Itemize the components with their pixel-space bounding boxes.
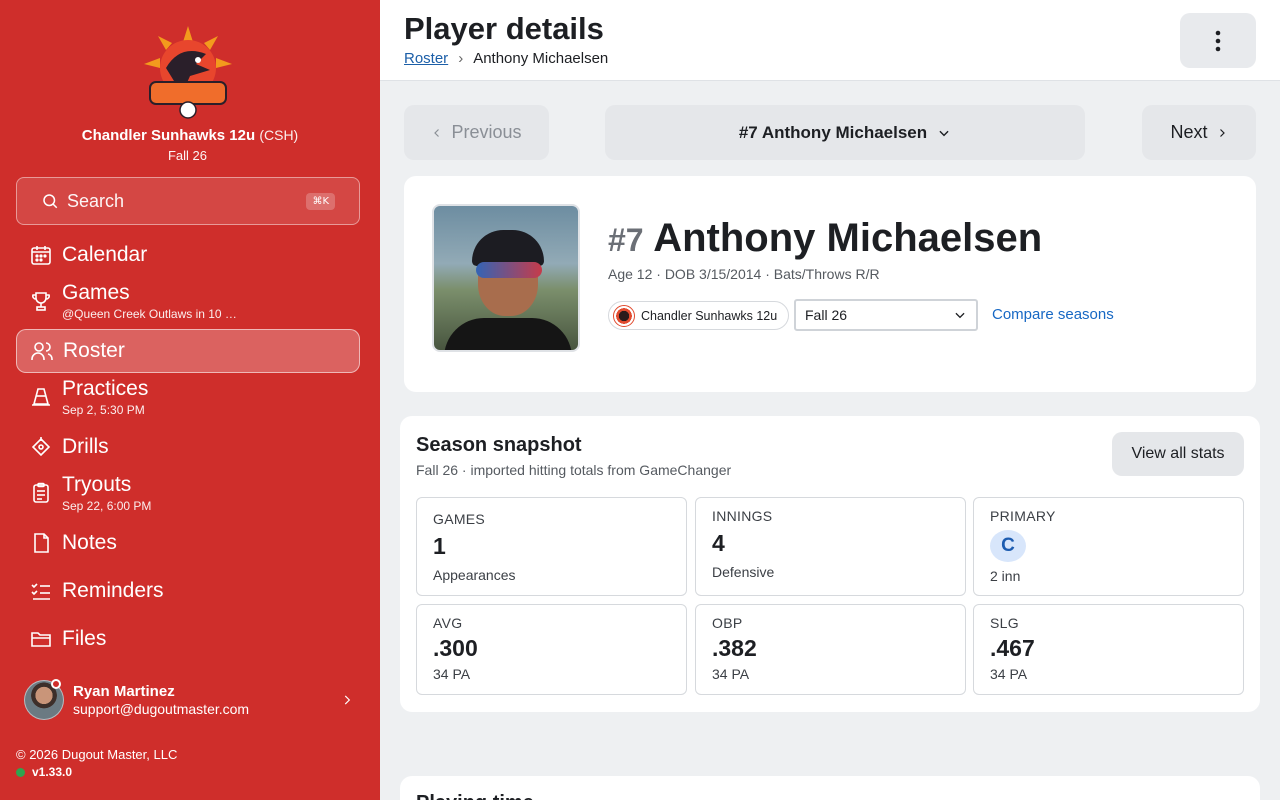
search-label: Search xyxy=(67,190,125,211)
player-card: #7 Anthony Michaelsen Age 12 · DOB 3/15/… xyxy=(404,176,1256,392)
player-photo[interactable] xyxy=(432,204,580,352)
cone-icon xyxy=(28,384,54,410)
player-number: #7 xyxy=(608,222,644,258)
sidebar-item-games[interactable]: Games @Queen Creek Outlaws in 10 … xyxy=(16,279,360,323)
section-title: Season snapshot xyxy=(416,434,582,456)
page-header: Player details Roster › Anthony Michaels… xyxy=(380,0,1280,81)
status-dot xyxy=(51,679,61,689)
sidebar-item-sublabel: Sep 22, 6:00 PM xyxy=(62,498,152,513)
team-name: Chandler Sunhawks 12u (CSH) xyxy=(81,127,299,144)
avatar xyxy=(24,679,64,720)
stat-card-primary: PRIMARY C 2 inn xyxy=(973,497,1244,596)
sidebar-item-label: Calendar xyxy=(62,243,148,266)
compare-seasons-link[interactable]: Compare seasons xyxy=(992,306,1114,323)
player-select-dropdown[interactable]: #7 Anthony Michaelsen xyxy=(605,105,1085,160)
season-select[interactable]: Fall 26 xyxy=(794,299,978,331)
sidebar-item-label: Notes xyxy=(62,531,117,554)
sidebar-item-label: Practices xyxy=(62,376,149,400)
sidebar-item-label: Games xyxy=(62,280,130,304)
user-name: Ryan Martinez xyxy=(73,683,175,700)
season-snapshot: Season snapshot Fall 26 · imported hitti… xyxy=(400,416,1260,712)
team-season: Fall 26 xyxy=(167,148,208,163)
sidebar-item-practices[interactable]: Practices Sep 2, 5:30 PM xyxy=(16,375,360,419)
sidebar-item-calendar[interactable]: Calendar xyxy=(16,233,360,277)
stat-card-slg: SLG .467 34 PA xyxy=(973,604,1244,695)
sidebar-item-label: Files xyxy=(62,627,107,650)
position-badge: C xyxy=(990,530,1026,562)
clipboard-icon xyxy=(28,480,54,506)
sidebar-item-tryouts[interactable]: Tryouts Sep 22, 6:00 PM xyxy=(16,471,360,515)
section-title: Playing time xyxy=(416,792,534,800)
more-options-button[interactable] xyxy=(1180,13,1256,68)
more-vertical-icon xyxy=(1215,30,1221,51)
checklist-icon xyxy=(28,578,54,604)
search-icon xyxy=(43,194,58,209)
user-menu[interactable]: Ryan Martinez support@dugoutmaster.com xyxy=(24,679,354,721)
breadcrumb-separator: › xyxy=(458,50,464,67)
player-name: #7 Anthony Michaelsen xyxy=(608,216,1043,260)
previous-player-button[interactable]: Previous xyxy=(404,105,549,160)
sidebar-item-notes[interactable]: Notes xyxy=(16,521,360,565)
stat-card-avg: AVG .300 34 PA xyxy=(416,604,687,695)
trophy-icon xyxy=(28,288,54,314)
stat-card-innings: INNINGS 4 Defensive xyxy=(695,497,966,596)
breadcrumb-current: Anthony Michaelsen xyxy=(473,50,609,67)
breadcrumb-roster-link[interactable]: Roster xyxy=(404,50,448,67)
note-icon xyxy=(28,530,54,556)
sidebar-item-roster[interactable]: Roster xyxy=(16,329,360,373)
sidebar: Chandler Sunhawks 12u (CSH) Fall 26 Sear… xyxy=(0,0,380,800)
team-chip[interactable]: Chandler Sunhawks 12u xyxy=(608,301,790,330)
next-player-button[interactable]: Next xyxy=(1142,105,1256,160)
view-all-stats-button[interactable]: View all stats xyxy=(1112,432,1244,476)
sidebar-item-label: Reminders xyxy=(62,579,164,602)
page-title: Player details xyxy=(404,11,604,46)
team-logo[interactable] xyxy=(140,24,236,120)
player-meta: Age 12 · DOB 3/15/2014 · Bats/Throws R/R xyxy=(608,266,880,282)
chevron-right-icon xyxy=(1219,128,1225,137)
chevron-right-icon xyxy=(344,695,351,705)
playing-time-section: Playing time xyxy=(400,776,1260,800)
version: v1.33.0 xyxy=(16,765,72,779)
sidebar-item-label: Tryouts xyxy=(62,472,132,496)
sidebar-item-sublabel: Sep 2, 5:30 PM xyxy=(62,402,145,417)
copyright: © 2026 Dugout Master, LLC xyxy=(16,747,178,762)
folder-icon xyxy=(28,626,54,652)
sidebar-item-label: Roster xyxy=(63,339,125,362)
chevron-down-icon xyxy=(955,312,965,319)
status-online-dot xyxy=(16,767,25,777)
stat-card-obp: OBP .382 34 PA xyxy=(695,604,966,695)
stat-card-games: GAMES 1 Appearances xyxy=(416,497,687,596)
user-email: support@dugoutmaster.com xyxy=(73,701,250,717)
sidebar-item-drills[interactable]: Drills xyxy=(16,425,360,469)
section-subtitle: Fall 26 · imported hitting totals from G… xyxy=(416,462,732,478)
team-logo-mini xyxy=(613,304,635,327)
sidebar-item-label: Drills xyxy=(62,435,109,458)
breadcrumb: Roster › Anthony Michaelsen xyxy=(404,50,608,67)
search-shortcut: ⌘K xyxy=(306,192,335,210)
users-icon xyxy=(29,338,55,364)
chevron-left-icon xyxy=(434,128,440,137)
drill-icon xyxy=(28,434,54,460)
calendar-icon xyxy=(28,242,54,268)
chevron-down-icon xyxy=(939,130,949,136)
sidebar-item-sublabel: @Queen Creek Outlaws in 10 … xyxy=(62,306,237,321)
sidebar-item-reminders[interactable]: Reminders xyxy=(16,569,360,613)
sidebar-item-files[interactable]: Files xyxy=(16,617,360,661)
search-input[interactable]: Search ⌘K xyxy=(16,177,360,225)
